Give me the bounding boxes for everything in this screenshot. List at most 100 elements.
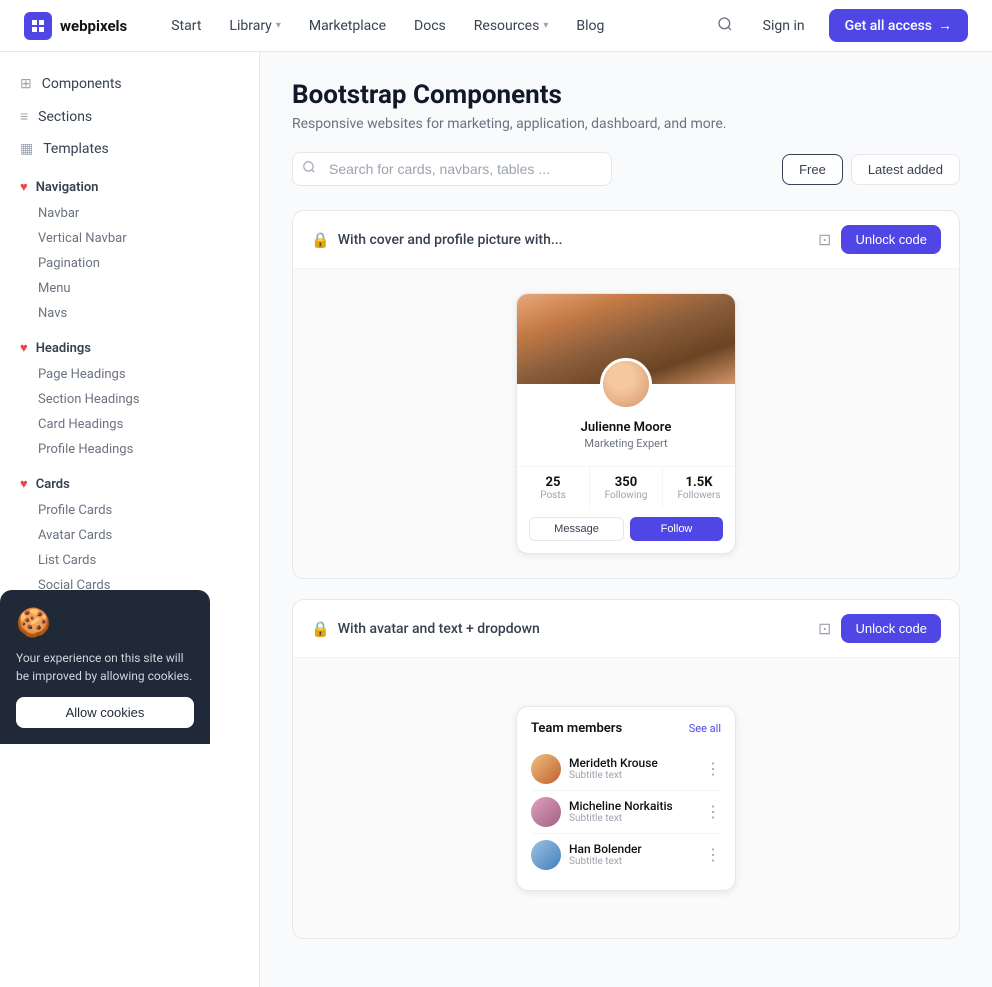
templates-icon: ▦	[20, 141, 33, 157]
search-input-wrap	[292, 152, 612, 186]
sidebar-link-card-headings[interactable]: Card Headings	[0, 412, 259, 437]
component-title-2: With avatar and text + dropdown	[338, 621, 540, 637]
sidebar-section-headings: ♥ Headings	[0, 326, 259, 362]
filter-buttons: Free Latest added	[782, 154, 960, 185]
heart-icon: ♥	[20, 340, 28, 356]
heart-icon: ♥	[20, 179, 28, 195]
sidebar-item-sections[interactable]: ≡ Sections	[0, 100, 259, 133]
sidebar-link-section-headings[interactable]: Section Headings	[0, 387, 259, 412]
lock-icon: 🔒	[311, 620, 330, 638]
sign-in-link[interactable]: Sign in	[751, 12, 817, 40]
team-member-3: Han Bolender Subtitle text ⋮	[531, 834, 721, 876]
component-preview-1: Julienne Moore Marketing Expert 25 Posts…	[293, 269, 959, 578]
nav-library[interactable]: Library ▾	[217, 12, 292, 40]
component-card-header-1: 🔒 With cover and profile picture with...…	[293, 211, 959, 269]
avatar	[600, 358, 652, 410]
nav-blog[interactable]: Blog	[564, 12, 616, 40]
sidebar-link-menu[interactable]: Menu	[0, 276, 259, 301]
member-name-2: Micheline Norkaitis	[569, 799, 697, 813]
sidebar-link-vertical-navbar[interactable]: Vertical Navbar	[0, 226, 259, 251]
bookmark-icon[interactable]: ⊡	[818, 230, 831, 249]
message-button[interactable]: Message	[529, 517, 624, 541]
member-dots-icon-3[interactable]: ⋮	[705, 845, 721, 864]
unlock-code-button-1[interactable]: Unlock code	[841, 225, 941, 254]
component-card-1: 🔒 With cover and profile picture with...…	[292, 210, 960, 579]
card-header-right-1: ⊡ Unlock code	[818, 225, 941, 254]
team-members-card: Team members See all Merideth Krouse Sub…	[516, 706, 736, 891]
page-subtitle: Responsive websites for marketing, appli…	[292, 116, 960, 132]
search-icon	[302, 160, 316, 178]
sidebar-link-pagination[interactable]: Pagination	[0, 251, 259, 276]
search-filter-row: Free Latest added	[292, 152, 960, 186]
sidebar-item-templates[interactable]: ▦ Templates	[0, 133, 259, 165]
sidebar-link-page-headings[interactable]: Page Headings	[0, 362, 259, 387]
components-icon: ⊞	[20, 76, 32, 92]
see-all-link[interactable]: See all	[689, 722, 721, 735]
heart-icon: ♥	[20, 476, 28, 492]
profile-name: Julienne Moore	[529, 420, 723, 435]
member-name-1: Merideth Krouse	[569, 756, 697, 770]
page-title: Bootstrap Components	[292, 80, 960, 110]
top-navigation: webpixels Start Library ▾ Marketplace Do…	[0, 0, 992, 52]
stat-following: 350 Following	[590, 467, 663, 509]
nav-links: Start Library ▾ Marketplace Docs Resourc…	[159, 12, 710, 40]
member-avatar-2	[531, 797, 561, 827]
site-logo[interactable]: webpixels	[24, 12, 127, 40]
search-button[interactable]	[711, 10, 739, 41]
member-info-3: Han Bolender Subtitle text	[569, 842, 697, 867]
sidebar-link-avatar-cards[interactable]: Avatar Cards	[0, 523, 259, 548]
follow-button[interactable]: Follow	[630, 517, 723, 541]
member-avatar-1	[531, 754, 561, 784]
nav-marketplace[interactable]: Marketplace	[297, 12, 398, 40]
component-title-1: With cover and profile picture with...	[338, 232, 563, 248]
component-preview-2: Team members See all Merideth Krouse Sub…	[293, 658, 959, 938]
sidebar-link-profile-cards[interactable]: Profile Cards	[0, 498, 259, 523]
member-subtitle-2: Subtitle text	[569, 813, 697, 824]
sections-icon: ≡	[20, 108, 28, 125]
member-info-2: Micheline Norkaitis Subtitle text	[569, 799, 697, 824]
profile-info: Julienne Moore Marketing Expert	[517, 410, 735, 458]
cookie-text: Your experience on this site will be imp…	[16, 649, 194, 685]
member-name-3: Han Bolender	[569, 842, 697, 856]
arrow-right-icon: →	[938, 17, 952, 34]
card-header-left-2: 🔒 With avatar and text + dropdown	[311, 620, 540, 638]
profile-avatar-wrapper	[517, 358, 735, 410]
allow-cookies-button[interactable]: Allow cookies	[16, 697, 194, 728]
sidebar-link-navbar[interactable]: Navbar	[0, 201, 259, 226]
team-header: Team members See all	[531, 721, 721, 736]
avatar-face	[603, 361, 649, 407]
profile-preview-card: Julienne Moore Marketing Expert 25 Posts…	[516, 293, 736, 554]
card-header-right-2: ⊡ Unlock code	[818, 614, 941, 643]
page-layout: ⊞ Components ≡ Sections ▦ Templates ♥ Na…	[0, 52, 992, 987]
bookmark-icon[interactable]: ⊡	[818, 619, 831, 638]
component-card-2: 🔒 With avatar and text + dropdown ⊡ Unlo…	[292, 599, 960, 939]
sidebar-link-navs[interactable]: Navs	[0, 301, 259, 326]
sidebar-link-profile-headings[interactable]: Profile Headings	[0, 437, 259, 462]
member-info-1: Merideth Krouse Subtitle text	[569, 756, 697, 781]
sidebar-link-list-cards[interactable]: List Cards	[0, 548, 259, 573]
member-subtitle-1: Subtitle text	[569, 770, 697, 781]
member-avatar-3	[531, 840, 561, 870]
filter-latest-button[interactable]: Latest added	[851, 154, 960, 185]
logo-text: webpixels	[60, 17, 127, 35]
lock-icon: 🔒	[311, 231, 330, 249]
team-member-1: Merideth Krouse Subtitle text ⋮	[531, 748, 721, 791]
member-subtitle-3: Subtitle text	[569, 856, 697, 867]
search-input[interactable]	[292, 152, 612, 186]
cookie-icon: 🍪	[16, 606, 194, 639]
filter-free-button[interactable]: Free	[782, 154, 843, 185]
profile-stats: 25 Posts 350 Following 1.5K Followers	[517, 466, 735, 509]
sidebar: ⊞ Components ≡ Sections ▦ Templates ♥ Na…	[0, 52, 260, 987]
profile-actions: Message Follow	[517, 509, 735, 553]
nav-start[interactable]: Start	[159, 12, 213, 40]
chevron-down-icon: ▾	[543, 20, 548, 31]
unlock-code-button-2[interactable]: Unlock code	[841, 614, 941, 643]
member-dots-icon-1[interactable]: ⋮	[705, 759, 721, 778]
main-content: Bootstrap Components Responsive websites…	[260, 52, 992, 987]
member-dots-icon-2[interactable]: ⋮	[705, 802, 721, 821]
nav-docs[interactable]: Docs	[402, 12, 458, 40]
sidebar-section-cards: ♥ Cards	[0, 462, 259, 498]
get-access-button[interactable]: Get all access →	[829, 9, 968, 42]
sidebar-item-components[interactable]: ⊞ Components	[0, 68, 259, 100]
nav-resources[interactable]: Resources ▾	[462, 12, 561, 40]
